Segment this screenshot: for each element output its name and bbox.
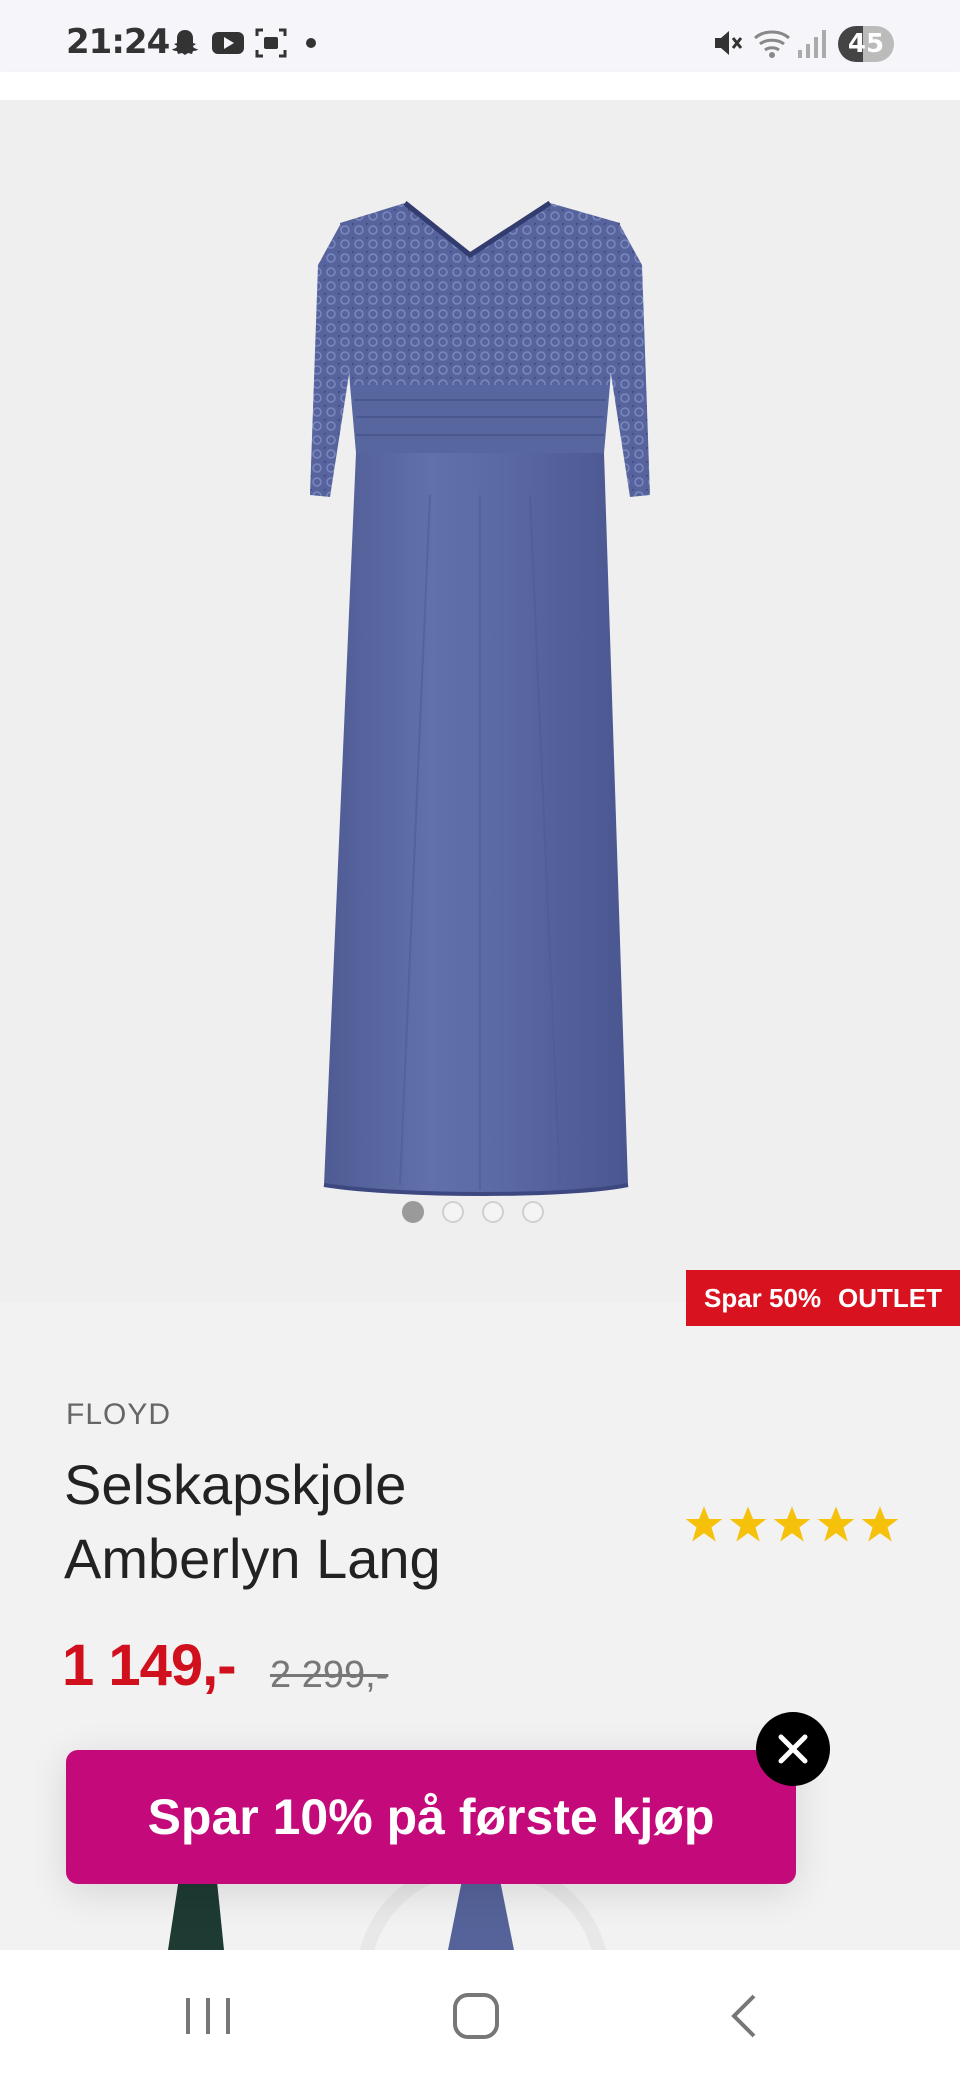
discount-label: Spar 50% — [704, 1282, 822, 1313]
status-time: 21:24 — [66, 22, 170, 62]
gallery-pagination — [402, 1201, 544, 1223]
wifi-icon — [754, 30, 790, 58]
snapchat-icon — [172, 30, 198, 55]
rating-stars[interactable] — [684, 1504, 900, 1544]
sale-badge: Spar 50% OUTLET — [686, 1270, 960, 1326]
star-icon — [817, 1506, 855, 1542]
original-price: 2 299,- — [270, 1654, 389, 1696]
pagination-dot[interactable] — [482, 1201, 504, 1223]
back-icon[interactable] — [722, 1990, 766, 2042]
star-icon — [861, 1506, 899, 1542]
battery-indicator: 45 — [838, 26, 894, 62]
brand-name[interactable]: FLOYD — [66, 1398, 171, 1432]
home-icon[interactable] — [450, 1990, 502, 2042]
dot-icon — [306, 38, 316, 48]
pagination-dot[interactable] — [442, 1201, 464, 1223]
youtube-icon — [212, 32, 244, 54]
promo-close-button[interactable] — [756, 1712, 830, 1786]
pagination-dot[interactable] — [522, 1201, 544, 1223]
promo-banner-button[interactable]: Spar 10% på første kjøp — [66, 1750, 796, 1884]
status-bar: 21:24 45 — [0, 0, 960, 72]
product-title: Selskapskjole Amberlyn Lang — [64, 1453, 441, 1590]
signal-icon — [798, 30, 826, 58]
close-icon — [778, 1734, 808, 1764]
mute-icon — [715, 31, 743, 55]
system-nav-bar — [0, 1950, 960, 2080]
product-gallery[interactable] — [0, 100, 960, 1302]
recent-apps-icon[interactable] — [180, 1990, 236, 2042]
star-icon — [729, 1506, 767, 1542]
related-product-thumbnail[interactable] — [168, 1884, 224, 1950]
header-strip — [0, 72, 960, 100]
screenshot-icon — [255, 28, 287, 58]
star-icon — [685, 1506, 723, 1542]
sale-price: 1 149,- — [62, 1633, 237, 1698]
outlet-label: OUTLET — [838, 1282, 942, 1313]
star-icon — [773, 1506, 811, 1542]
dress-image — [310, 200, 650, 1196]
pagination-dot[interactable] — [402, 1201, 424, 1223]
